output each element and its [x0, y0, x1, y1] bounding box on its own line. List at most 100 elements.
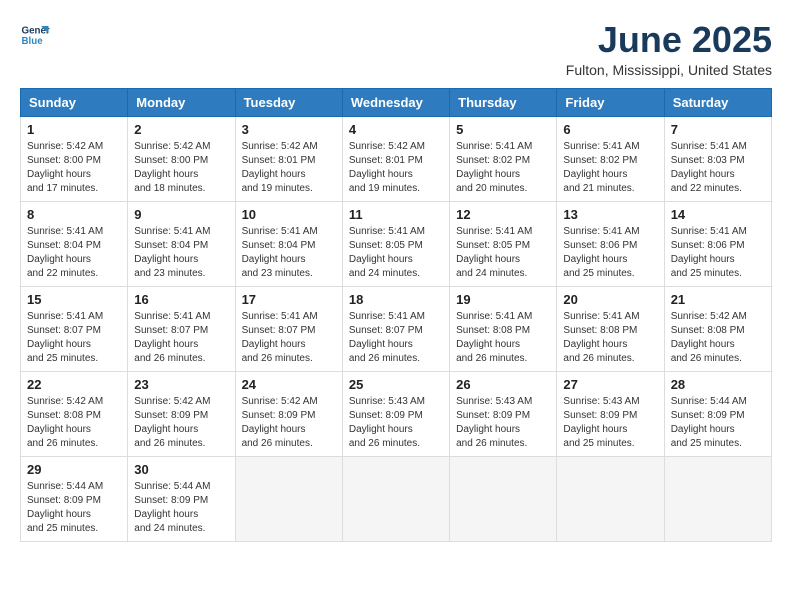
col-wednesday: Wednesday — [342, 88, 449, 116]
calendar-cell — [450, 456, 557, 541]
day-number: 24 — [242, 377, 336, 392]
day-number: 22 — [27, 377, 121, 392]
calendar-cell: 29 Sunrise: 5:44 AMSunset: 8:09 PMDayligh… — [21, 456, 128, 541]
day-number: 9 — [134, 207, 228, 222]
day-number: 20 — [563, 292, 657, 307]
day-info: Sunrise: 5:42 AMSunset: 8:08 PMDaylight … — [27, 395, 121, 451]
day-number: 8 — [27, 207, 121, 222]
day-number: 13 — [563, 207, 657, 222]
day-number: 21 — [671, 292, 765, 307]
page-header: General Blue June 2025 Fulton, Mississip… — [20, 20, 772, 78]
day-info: Sunrise: 5:41 AMSunset: 8:02 PMDaylight … — [456, 140, 550, 196]
week-row-1: 1 Sunrise: 5:42 AMSunset: 8:00 PMDaylight… — [21, 116, 772, 201]
calendar-header-row: Sunday Monday Tuesday Wednesday Thursday… — [21, 88, 772, 116]
calendar-cell: 3 Sunrise: 5:42 AMSunset: 8:01 PMDaylight… — [235, 116, 342, 201]
calendar-cell — [664, 456, 771, 541]
week-row-5: 29 Sunrise: 5:44 AMSunset: 8:09 PMDayligh… — [21, 456, 772, 541]
calendar-cell: 6 Sunrise: 5:41 AMSunset: 8:02 PMDaylight… — [557, 116, 664, 201]
day-info: Sunrise: 5:41 AMSunset: 8:02 PMDaylight … — [563, 140, 657, 196]
day-info: Sunrise: 5:41 AMSunset: 8:07 PMDaylight … — [242, 310, 336, 366]
calendar-cell: 8 Sunrise: 5:41 AMSunset: 8:04 PMDaylight… — [21, 201, 128, 286]
day-number: 25 — [349, 377, 443, 392]
day-number: 23 — [134, 377, 228, 392]
calendar-cell: 15 Sunrise: 5:41 AMSunset: 8:07 PMDayligh… — [21, 286, 128, 371]
week-row-3: 15 Sunrise: 5:41 AMSunset: 8:07 PMDayligh… — [21, 286, 772, 371]
calendar-cell: 22 Sunrise: 5:42 AMSunset: 8:08 PMDayligh… — [21, 371, 128, 456]
day-info: Sunrise: 5:41 AMSunset: 8:04 PMDaylight … — [242, 225, 336, 281]
calendar-cell: 24Sunrise: 5:42 AMSunset: 8:09 PMDayligh… — [235, 371, 342, 456]
logo: General Blue — [20, 20, 50, 50]
calendar-cell — [235, 456, 342, 541]
day-number: 6 — [563, 122, 657, 137]
calendar-cell — [557, 456, 664, 541]
day-info: Sunrise: 5:42 AMSunset: 8:01 PMDaylight … — [242, 140, 336, 196]
day-info: Sunrise: 5:42 AMSunset: 8:09 PMDaylight … — [134, 395, 228, 451]
day-info: Sunrise: 5:41 AMSunset: 8:07 PMDaylight … — [27, 310, 121, 366]
day-number: 18 — [349, 292, 443, 307]
day-info: Sunrise: 5:42 AMSunset: 8:01 PMDaylight … — [349, 140, 443, 196]
calendar-cell: 5Sunrise: 5:41 AMSunset: 8:02 PMDaylight… — [450, 116, 557, 201]
calendar-cell: 23 Sunrise: 5:42 AMSunset: 8:09 PMDayligh… — [128, 371, 235, 456]
title-area: June 2025 Fulton, Mississippi, United St… — [566, 20, 772, 78]
day-info: Sunrise: 5:44 AMSunset: 8:09 PMDaylight … — [134, 480, 228, 536]
day-number: 15 — [27, 292, 121, 307]
calendar-cell: 13 Sunrise: 5:41 AMSunset: 8:06 PMDayligh… — [557, 201, 664, 286]
col-sunday: Sunday — [21, 88, 128, 116]
day-info: Sunrise: 5:43 AMSunset: 8:09 PMDaylight … — [563, 395, 657, 451]
day-number: 19 — [456, 292, 550, 307]
day-number: 12 — [456, 207, 550, 222]
day-number: 16 — [134, 292, 228, 307]
col-monday: Monday — [128, 88, 235, 116]
location: Fulton, Mississippi, United States — [566, 62, 772, 78]
calendar-cell: 1 Sunrise: 5:42 AMSunset: 8:00 PMDaylight… — [21, 116, 128, 201]
calendar-cell: 14 Sunrise: 5:41 AMSunset: 8:06 PMDayligh… — [664, 201, 771, 286]
svg-text:Blue: Blue — [22, 36, 44, 47]
day-info: Sunrise: 5:41 AMSunset: 8:05 PMDaylight … — [456, 225, 550, 281]
day-info: Sunrise: 5:43 AMSunset: 8:09 PMDaylight … — [456, 395, 550, 451]
col-friday: Friday — [557, 88, 664, 116]
day-info: Sunrise: 5:41 AMSunset: 8:07 PMDaylight … — [349, 310, 443, 366]
day-info: Sunrise: 5:41 AMSunset: 8:07 PMDaylight … — [134, 310, 228, 366]
calendar-cell: 11 Sunrise: 5:41 AMSunset: 8:05 PMDayligh… — [342, 201, 449, 286]
calendar-cell: 30Sunrise: 5:44 AMSunset: 8:09 PMDayligh… — [128, 456, 235, 541]
day-number: 29 — [27, 462, 121, 477]
week-row-2: 8 Sunrise: 5:41 AMSunset: 8:04 PMDaylight… — [21, 201, 772, 286]
logo-icon: General Blue — [20, 20, 50, 50]
day-number: 1 — [27, 122, 121, 137]
calendar-cell: 20 Sunrise: 5:41 AMSunset: 8:08 PMDayligh… — [557, 286, 664, 371]
calendar-cell: 26 Sunrise: 5:43 AMSunset: 8:09 PMDayligh… — [450, 371, 557, 456]
day-number: 26 — [456, 377, 550, 392]
calendar-cell: 25Sunrise: 5:43 AMSunset: 8:09 PMDayligh… — [342, 371, 449, 456]
calendar-cell: 19 Sunrise: 5:41 AMSunset: 8:08 PMDayligh… — [450, 286, 557, 371]
day-info: Sunrise: 5:41 AMSunset: 8:08 PMDaylight … — [563, 310, 657, 366]
calendar-cell: 10 Sunrise: 5:41 AMSunset: 8:04 PMDayligh… — [235, 201, 342, 286]
calendar-cell — [342, 456, 449, 541]
day-info: Sunrise: 5:42 AMSunset: 8:00 PMDaylight … — [27, 140, 121, 196]
calendar-table: Sunday Monday Tuesday Wednesday Thursday… — [20, 88, 772, 542]
calendar-cell: 17 Sunrise: 5:41 AMSunset: 8:07 PMDayligh… — [235, 286, 342, 371]
day-number: 2 — [134, 122, 228, 137]
day-info: Sunrise: 5:42 AMSunset: 8:08 PMDaylight … — [671, 310, 765, 366]
day-info: Sunrise: 5:42 AMSunset: 8:00 PMDaylight … — [134, 140, 228, 196]
day-number: 17 — [242, 292, 336, 307]
day-info: Sunrise: 5:44 AMSunset: 8:09 PMDaylight … — [27, 480, 121, 536]
day-number: 28 — [671, 377, 765, 392]
calendar-cell: 28 Sunrise: 5:44 AMSunset: 8:09 PMDayligh… — [664, 371, 771, 456]
week-row-4: 22 Sunrise: 5:42 AMSunset: 8:08 PMDayligh… — [21, 371, 772, 456]
month-title: June 2025 — [566, 20, 772, 60]
day-number: 10 — [242, 207, 336, 222]
day-number: 3 — [242, 122, 336, 137]
day-number: 14 — [671, 207, 765, 222]
day-info: Sunrise: 5:41 AMSunset: 8:08 PMDaylight … — [456, 310, 550, 366]
calendar-cell: 4Sunrise: 5:42 AMSunset: 8:01 PMDaylight… — [342, 116, 449, 201]
day-info: Sunrise: 5:44 AMSunset: 8:09 PMDaylight … — [671, 395, 765, 451]
day-info: Sunrise: 5:41 AMSunset: 8:04 PMDaylight … — [27, 225, 121, 281]
day-number: 11 — [349, 207, 443, 222]
calendar-cell: 16 Sunrise: 5:41 AMSunset: 8:07 PMDayligh… — [128, 286, 235, 371]
calendar-cell: 18 Sunrise: 5:41 AMSunset: 8:07 PMDayligh… — [342, 286, 449, 371]
calendar-cell: 27 Sunrise: 5:43 AMSunset: 8:09 PMDayligh… — [557, 371, 664, 456]
day-info: Sunrise: 5:41 AMSunset: 8:06 PMDaylight … — [671, 225, 765, 281]
day-info: Sunrise: 5:41 AMSunset: 8:06 PMDaylight … — [563, 225, 657, 281]
day-info: Sunrise: 5:41 AMSunset: 8:05 PMDaylight … — [349, 225, 443, 281]
day-number: 27 — [563, 377, 657, 392]
